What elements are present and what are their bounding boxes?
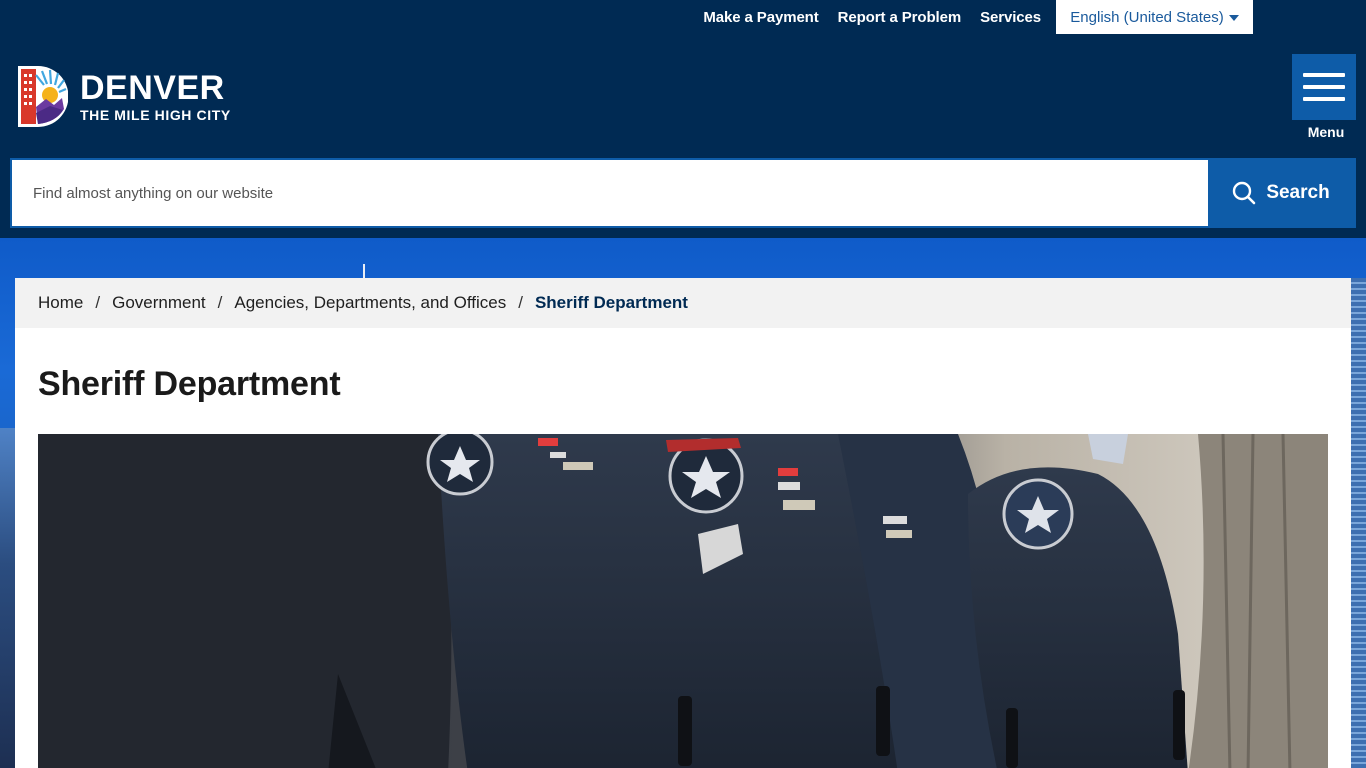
site-header: Make a Payment Report a Problem Services… — [0, 0, 1366, 238]
main-content-card: Home / Government / Agencies, Department… — [15, 278, 1351, 768]
search-icon — [1233, 181, 1256, 205]
search-button[interactable]: Search — [1208, 160, 1354, 226]
hamburger-icon-bar — [1303, 97, 1345, 101]
hamburger-icon-bar — [1303, 85, 1345, 89]
logo-text: DENVER THE MILE HIGH CITY — [80, 71, 231, 123]
breadcrumb-current: Sheriff Department — [534, 293, 688, 312]
menu-button[interactable] — [1292, 54, 1356, 120]
search-button-label: Search — [1266, 182, 1330, 203]
menu-label[interactable]: Menu — [1292, 124, 1360, 140]
breadcrumb-home[interactable]: Home — [38, 293, 83, 313]
services-link[interactable]: Services — [980, 9, 1041, 26]
page-title: Sheriff Department — [38, 365, 341, 403]
hero-image — [38, 434, 1328, 768]
make-a-payment-link[interactable]: Make a Payment — [703, 9, 818, 26]
language-select[interactable]: English (United States) — [1056, 0, 1253, 34]
antenna-decoration — [363, 264, 365, 278]
skyline-right-building — [1350, 278, 1366, 768]
site-search: Search — [10, 158, 1356, 228]
skyline-left-buildings — [0, 428, 15, 768]
denver-d-logo-icon — [18, 66, 68, 127]
photo-of-sheriff-deputies-icon — [38, 434, 1328, 768]
caret-down-icon — [1228, 15, 1239, 21]
breadcrumb-separator: / — [518, 293, 523, 312]
hamburger-icon — [1303, 73, 1345, 77]
search-input[interactable] — [12, 160, 1208, 226]
breadcrumb: Home / Government / Agencies, Department… — [15, 278, 1351, 328]
breadcrumb-government[interactable]: Government — [112, 293, 206, 313]
utility-nav: Make a Payment Report a Problem Services… — [703, 0, 1253, 34]
logo-subtitle: THE MILE HIGH CITY — [80, 106, 231, 123]
breadcrumb-separator: / — [217, 293, 223, 312]
breadcrumb-separator: / — [95, 293, 101, 312]
denver-logo[interactable]: DENVER THE MILE HIGH CITY — [16, 65, 231, 128]
breadcrumb-agencies[interactable]: Agencies, Departments, and Offices — [234, 293, 506, 313]
logo-title: DENVER — [80, 68, 225, 107]
language-label: English (United States) — [1070, 8, 1224, 26]
report-a-problem-link[interactable]: Report a Problem — [838, 9, 962, 26]
